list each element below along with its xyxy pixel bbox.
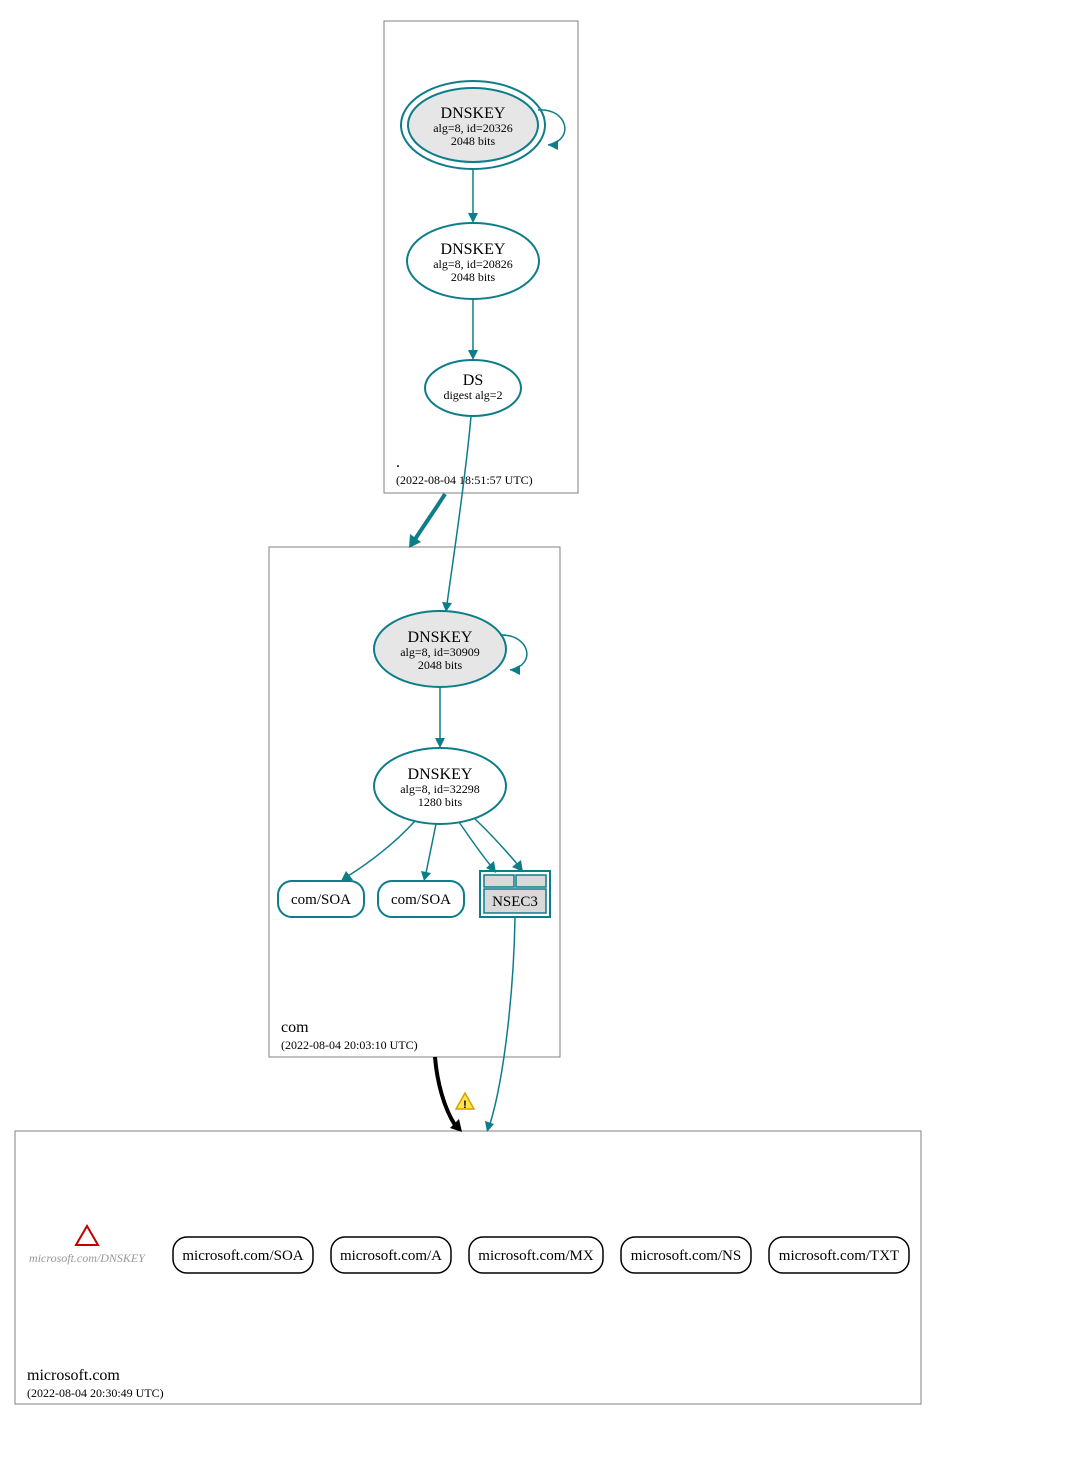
svg-text:DNSKEY: DNSKEY (408, 766, 473, 783)
node-com-soa-2: com/SOA (378, 881, 464, 917)
zone-microsoft-ts: (2022-08-04 20:30:49 UTC) (27, 1386, 164, 1400)
svg-text:2048 bits: 2048 bits (451, 270, 496, 284)
svg-text:alg=8, id=20826: alg=8, id=20826 (433, 257, 513, 271)
svg-text:com/SOA: com/SOA (391, 892, 451, 908)
svg-text:DNSKEY: DNSKEY (441, 105, 506, 122)
node-microsoft-ns: microsoft.com/NS (621, 1237, 751, 1273)
zone-microsoft: microsoft.com (2022-08-04 20:30:49 UTC) … (15, 917, 921, 1404)
zone-root-label: . (396, 454, 400, 471)
node-microsoft-txt: microsoft.com/TXT (769, 1237, 909, 1273)
svg-text:alg=8, id=32298: alg=8, id=32298 (400, 782, 480, 796)
svg-text:alg=8, id=30909: alg=8, id=30909 (400, 645, 480, 659)
zone-com: com (2022-08-04 20:03:10 UTC) DNSKEY alg… (269, 416, 560, 1057)
svg-text:2048 bits: 2048 bits (451, 134, 496, 148)
warning-icon-delegation: ! (456, 1093, 474, 1111)
node-microsoft-mx: microsoft.com/MX (469, 1237, 603, 1273)
svg-text:DNSKEY: DNSKEY (408, 629, 473, 646)
svg-text:alg=8, id=20326: alg=8, id=20326 (433, 121, 513, 135)
svg-text:2048 bits: 2048 bits (418, 658, 463, 672)
svg-text:DS: DS (463, 372, 483, 389)
error-icon (76, 1226, 98, 1245)
zone-com-ts: (2022-08-04 20:03:10 UTC) (281, 1038, 418, 1052)
svg-text:1280 bits: 1280 bits (418, 795, 463, 809)
node-com-ksk: DNSKEY alg=8, id=30909 2048 bits (374, 611, 506, 687)
svg-text:microsoft.com/A: microsoft.com/A (340, 1248, 442, 1264)
node-root-ds: DS digest alg=2 (425, 360, 521, 416)
svg-text:microsoft.com/MX: microsoft.com/MX (478, 1248, 594, 1264)
svg-text:com/SOA: com/SOA (291, 892, 351, 908)
svg-text:microsoft.com/DNSKEY: microsoft.com/DNSKEY (29, 1251, 146, 1265)
node-root-zsk: DNSKEY alg=8, id=20826 2048 bits (407, 223, 539, 299)
svg-text:microsoft.com/TXT: microsoft.com/TXT (779, 1248, 899, 1264)
node-com-soa-1: com/SOA (278, 881, 364, 917)
svg-text:DNSKEY: DNSKEY (441, 241, 506, 258)
zone-root: . (2022-08-04 18:51:57 UTC) DNSKEY alg=8… (384, 21, 578, 493)
node-com-zsk: DNSKEY alg=8, id=32298 1280 bits (374, 748, 506, 824)
svg-text:microsoft.com/NS: microsoft.com/NS (631, 1248, 741, 1264)
node-root-ksk: DNSKEY alg=8, id=20326 2048 bits (401, 81, 545, 169)
node-microsoft-dnskey-missing: microsoft.com/DNSKEY (29, 1226, 146, 1265)
zone-microsoft-label: microsoft.com (27, 1367, 120, 1384)
zone-com-label: com (281, 1019, 309, 1036)
svg-text:microsoft.com/SOA: microsoft.com/SOA (182, 1248, 303, 1264)
node-microsoft-soa: microsoft.com/SOA (173, 1237, 313, 1273)
node-com-nsec3: NSEC3 (480, 871, 550, 917)
svg-text:NSEC3: NSEC3 (492, 894, 538, 910)
dnssec-diagram: . (2022-08-04 18:51:57 UTC) DNSKEY alg=8… (0, 0, 1067, 1473)
svg-text:digest alg=2: digest alg=2 (443, 388, 502, 402)
svg-text:!: ! (463, 1099, 467, 1111)
node-microsoft-a: microsoft.com/A (331, 1237, 451, 1273)
